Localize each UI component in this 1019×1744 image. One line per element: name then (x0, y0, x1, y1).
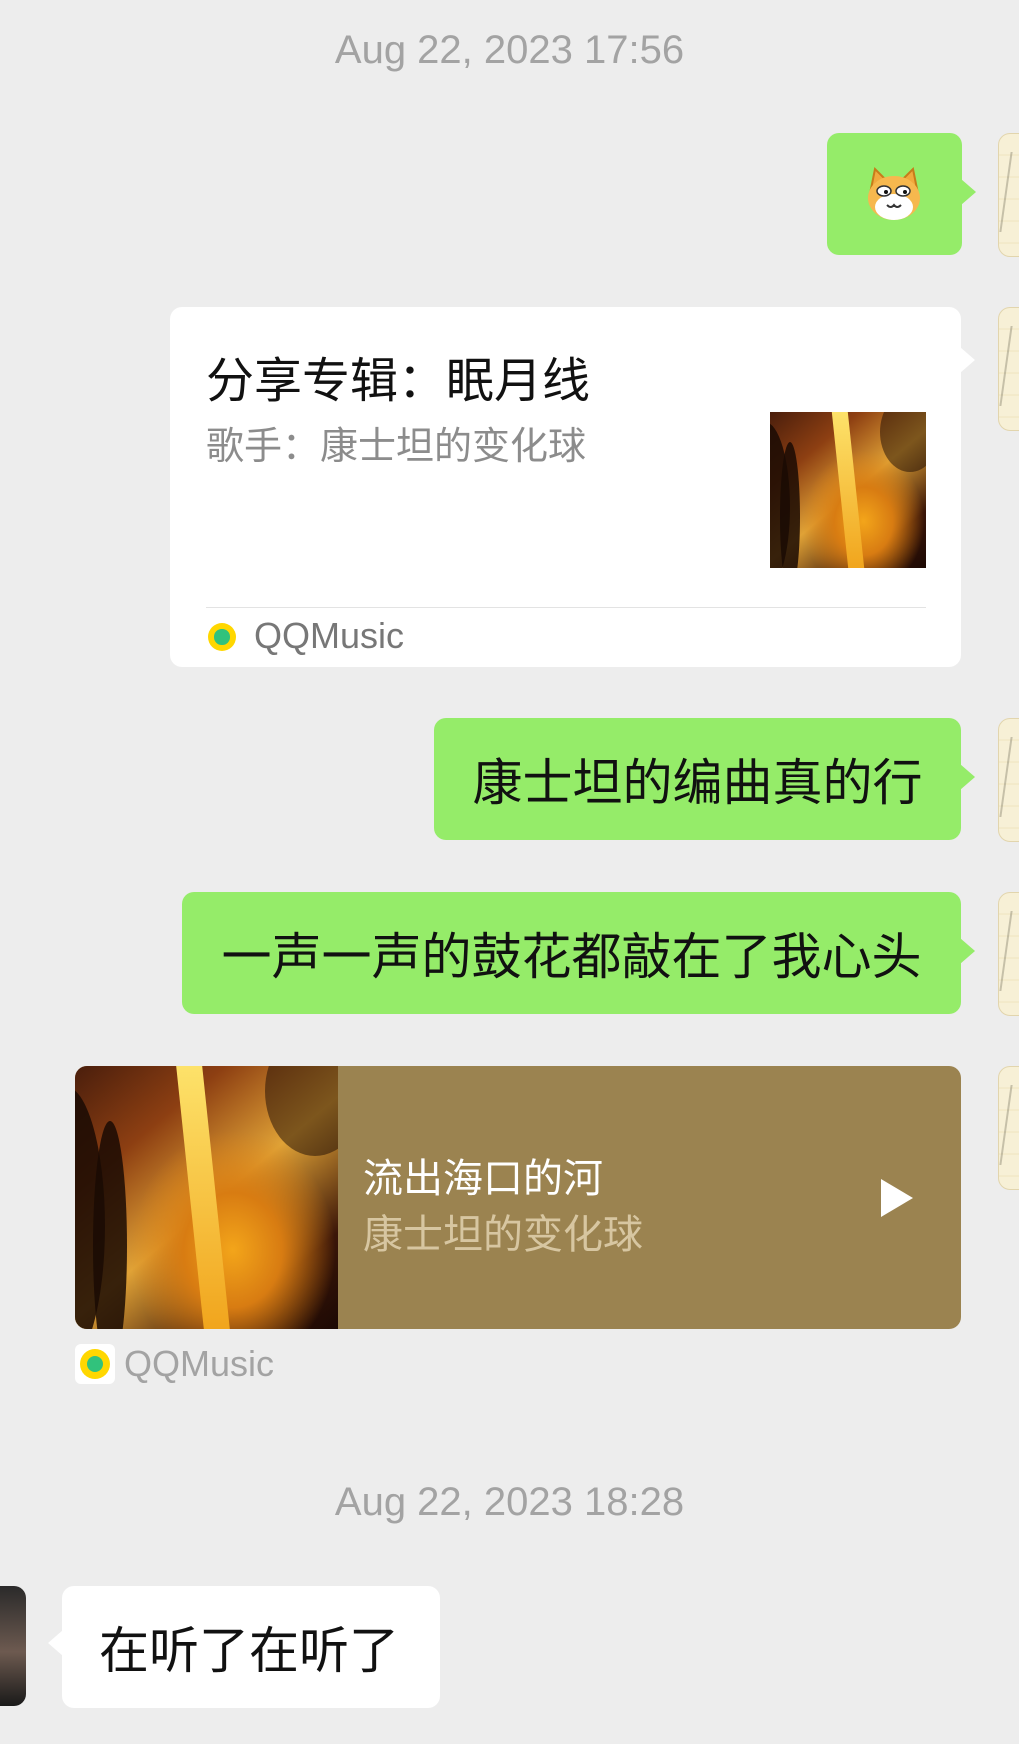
timestamp: Aug 22, 2023 17:56 (334, 28, 685, 72)
avatar[interactable] (998, 1066, 1019, 1190)
play-icon[interactable] (881, 1179, 913, 1217)
song-title: 流出海口的河 (363, 1156, 603, 1202)
song-artist: 康士坦的变化球 (363, 1212, 643, 1258)
player-source: QQMusic (124, 1343, 275, 1384)
qqmusic-logo-box (75, 1344, 115, 1384)
avatar[interactable] (998, 307, 1019, 431)
card-source: QQMusic (254, 615, 405, 656)
sticker-message[interactable] (827, 133, 976, 255)
album-artist: 歌手：康士坦的变化球 (206, 424, 587, 468)
album-title: 分享专辑：眠月线 (206, 353, 591, 409)
text-message[interactable]: 一声一声的鼓花都敲在了我心头 (182, 892, 975, 1014)
avatar[interactable] (998, 133, 1019, 257)
card-divider (206, 607, 926, 608)
avatar[interactable] (998, 892, 1019, 1016)
music-player-card[interactable]: 流出海口的河 康士坦的变化球 (75, 1066, 961, 1329)
text-message[interactable]: 康士坦的编曲真的行 (434, 718, 975, 840)
album-share-card[interactable]: 分享专辑：眠月线 歌手：康士坦的变化球 QQMusic (170, 307, 975, 667)
qqmusic-icon (208, 623, 236, 651)
avatar[interactable] (998, 718, 1019, 842)
message-text: 康士坦的编曲真的行 (472, 754, 923, 812)
song-cover-image (75, 1066, 338, 1329)
avatar[interactable] (0, 1586, 26, 1706)
message-text: 在听了在听了 (99, 1622, 399, 1680)
cat-sticker-icon (865, 165, 923, 223)
timestamp: Aug 22, 2023 18:28 (334, 1480, 685, 1524)
album-cover-image (770, 412, 926, 568)
incoming-message[interactable]: 在听了在听了 (48, 1586, 440, 1708)
qqmusic-icon (80, 1349, 110, 1379)
message-text: 一声一声的鼓花都敲在了我心头 (221, 928, 922, 986)
